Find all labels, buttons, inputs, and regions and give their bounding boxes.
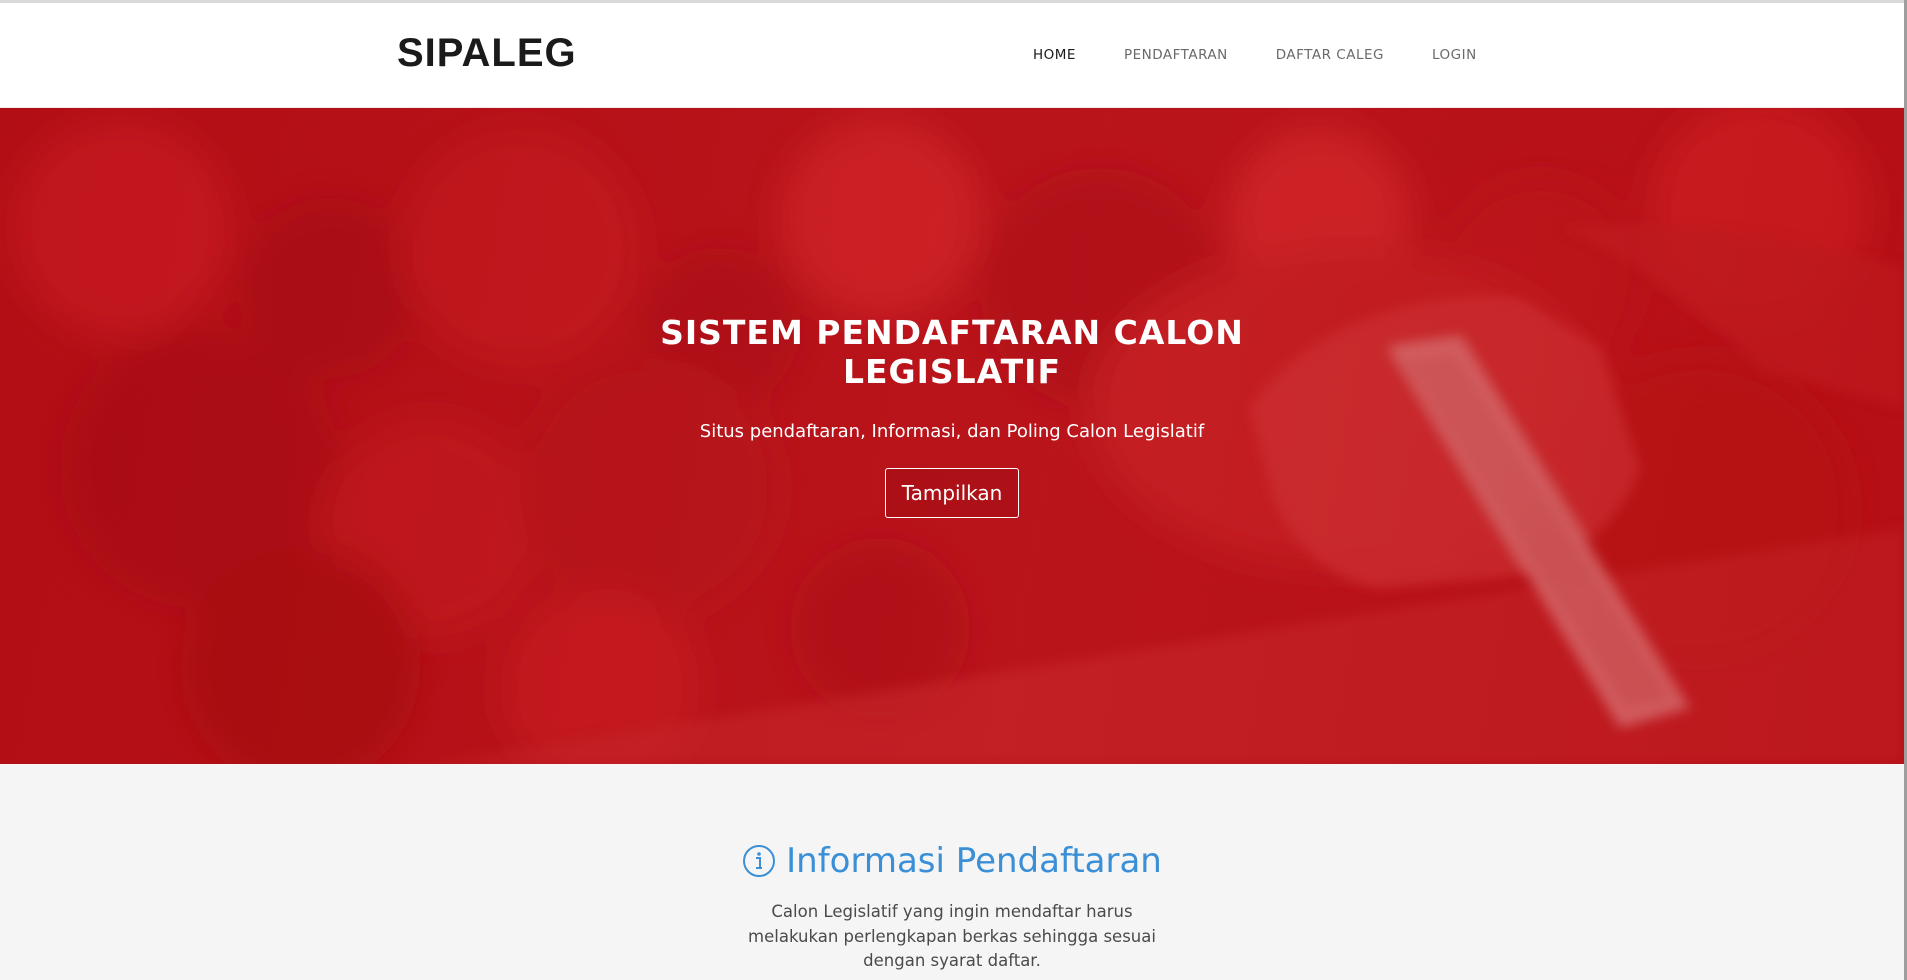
nav-item-daftar-caleg[interactable]: DAFTAR CALEG (1276, 47, 1384, 63)
hero-title: SISTEM PENDAFTARAN CALON LEGISLATIF (660, 313, 1244, 391)
navbar: SIPALEG HOME PENDAFTARAN DAFTAR CALEG LO… (0, 3, 1904, 108)
info-paragraph: Calon Legislatif yang ingin mendaftar ha… (748, 902, 1156, 970)
hero-content: SISTEM PENDAFTARAN CALON LEGISLATIF Situ… (0, 313, 1904, 518)
brand-logo[interactable]: SIPALEG (397, 31, 577, 76)
info-heading: Informasi Pendaftaran (0, 841, 1904, 881)
info-circle-icon (743, 845, 776, 877)
info-section: Informasi Pendaftaran Calon Legislatif y… (0, 764, 1904, 980)
nav-item-home[interactable]: HOME (1033, 47, 1076, 63)
page: SIPALEG HOME PENDAFTARAN DAFTAR CALEG LO… (0, 0, 1907, 980)
tampilkan-button[interactable]: Tampilkan (884, 468, 1020, 518)
nav-item-login[interactable]: LOGIN (1432, 47, 1477, 63)
info-text: Calon Legislatif yang ingin mendaftar ha… (0, 900, 1904, 974)
info-heading-text: Informasi Pendaftaran (786, 841, 1162, 881)
nav-menu: HOME PENDAFTARAN DAFTAR CALEG LOGIN (1033, 47, 1525, 63)
hero-subtitle: Situs pendaftaran, Informasi, dan Poling… (699, 421, 1205, 442)
hero-section: SISTEM PENDAFTARAN CALON LEGISLATIF Situ… (0, 108, 1904, 764)
nav-item-pendaftaran[interactable]: PENDAFTARAN (1124, 47, 1228, 63)
